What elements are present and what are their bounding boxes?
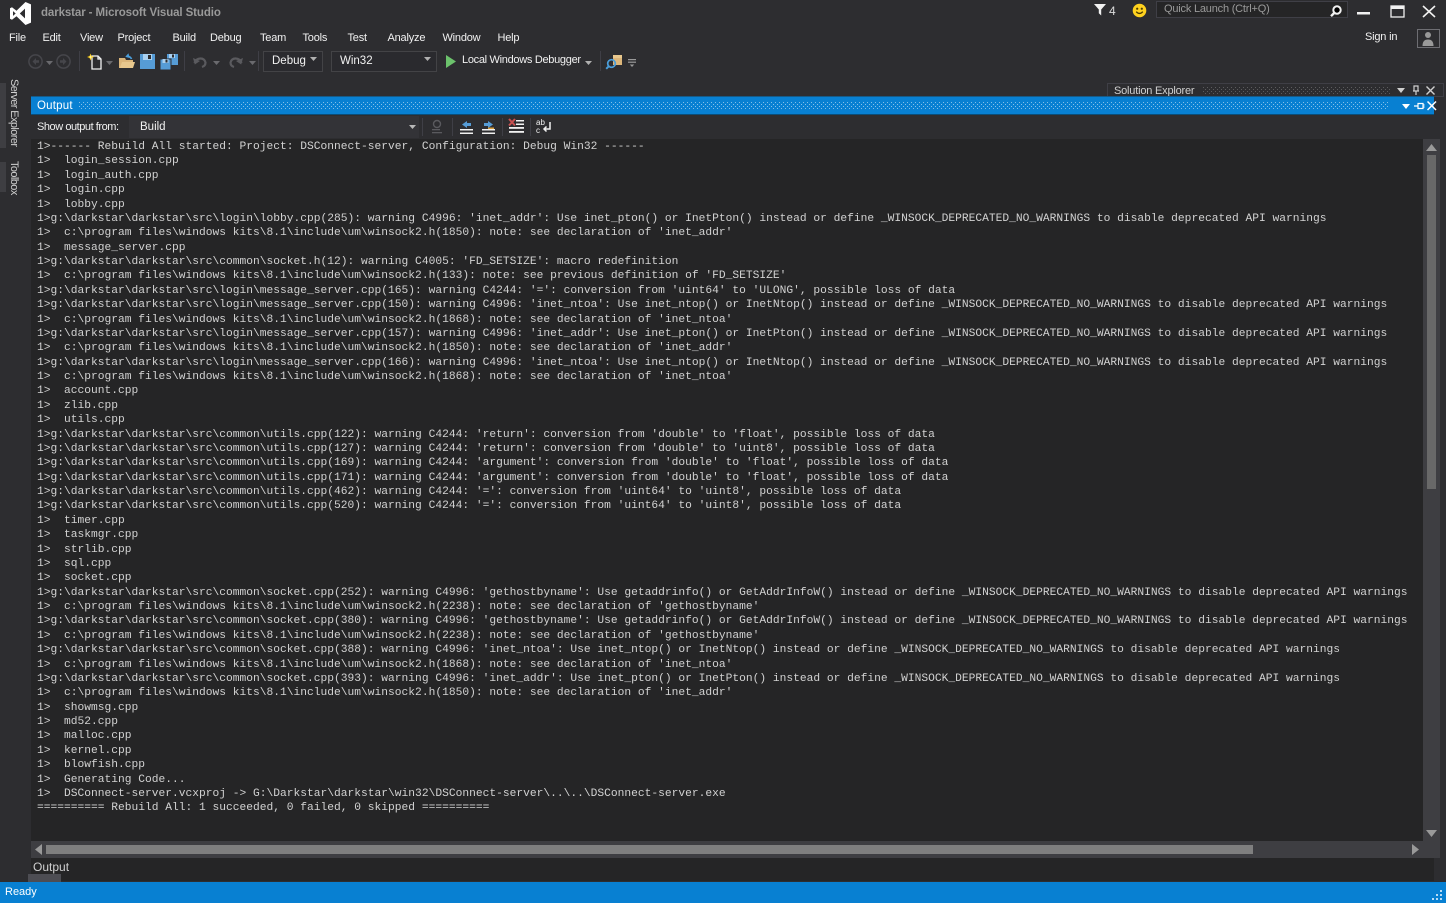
svg-text:c: c xyxy=(536,126,540,135)
